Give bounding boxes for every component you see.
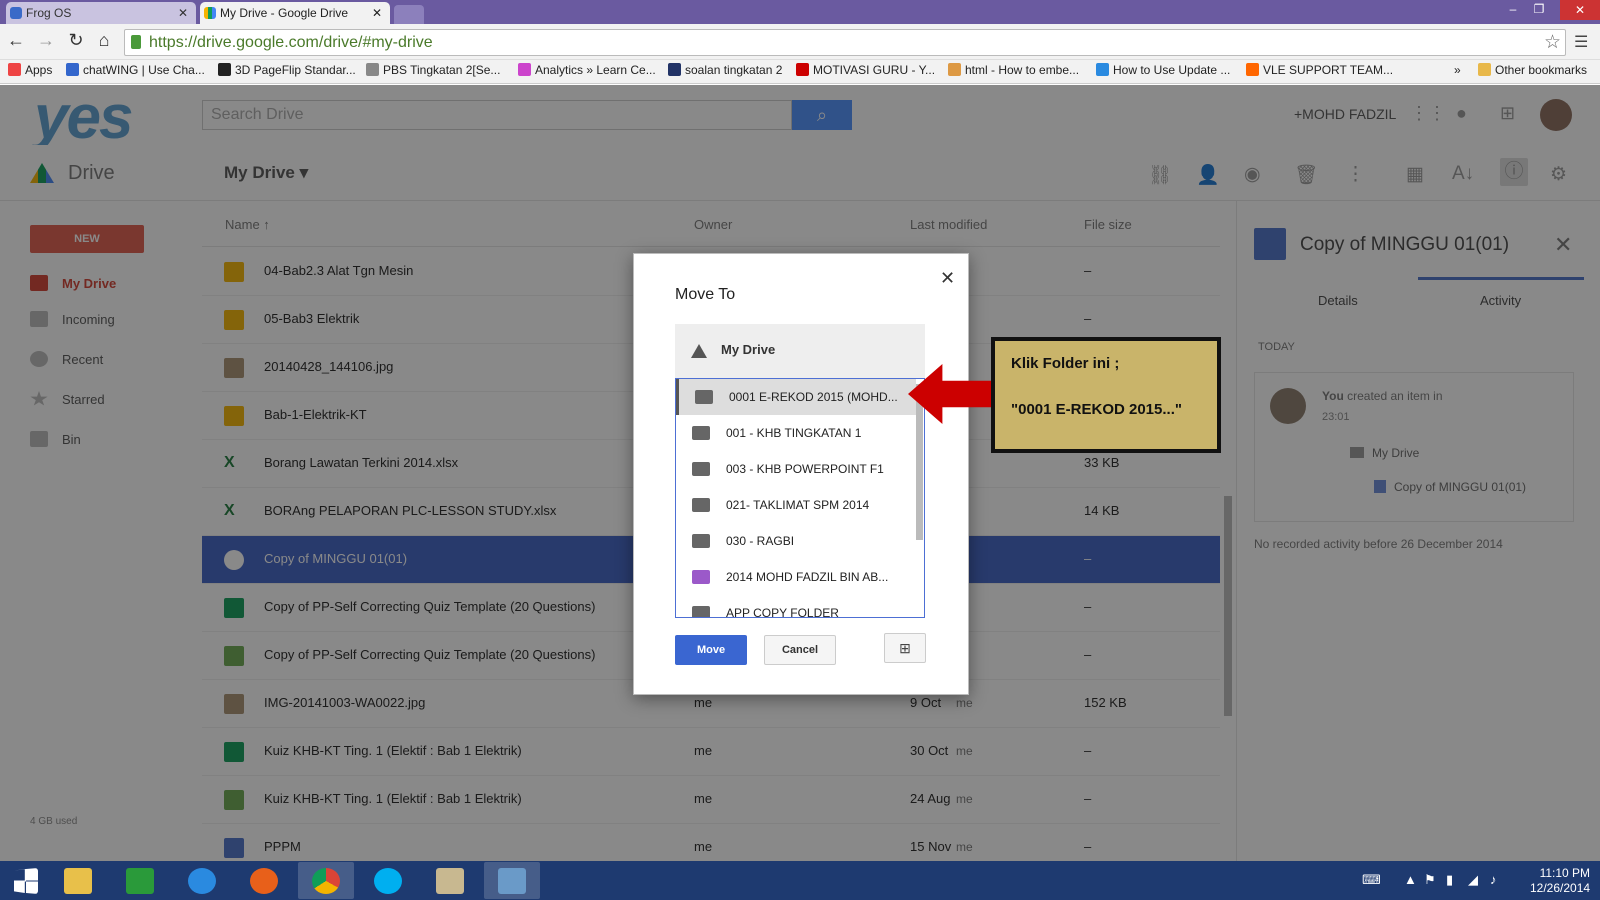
close-tab-icon[interactable]: ✕: [178, 2, 188, 24]
folder-list-scrollbar[interactable]: [916, 384, 923, 540]
new-folder-button[interactable]: ⊞: [884, 633, 926, 663]
frog-favicon-icon: [10, 7, 22, 19]
firefox-button[interactable]: [236, 862, 292, 899]
system-clock[interactable]: 11:10 PM 12/26/2014: [1530, 866, 1590, 896]
folder-icon: [692, 426, 710, 440]
cancel-button[interactable]: Cancel: [764, 635, 836, 665]
close-window-icon[interactable]: ✕: [1560, 0, 1600, 20]
show-hidden-icons[interactable]: ▲: [1404, 872, 1417, 887]
folder-icon: [692, 498, 710, 512]
network-icon[interactable]: ◢: [1468, 872, 1478, 888]
instruction-callout: Klik Folder ini ; "0001 E-REKOD 2015...": [991, 337, 1221, 453]
folder-label: APP COPY FOLDER: [726, 606, 839, 618]
paint-button[interactable]: [422, 862, 478, 899]
dialog-title: Move To: [675, 286, 736, 303]
back-icon[interactable]: ←: [4, 30, 28, 51]
url-bar[interactable]: https://drive.google.com/drive/#my-drive…: [124, 29, 1566, 56]
chrome-button[interactable]: [298, 862, 354, 899]
internet-explorer-button[interactable]: [174, 862, 230, 899]
url-text: https://drive.google.com/drive/#my-drive: [149, 34, 433, 51]
bookmark-item[interactable]: chatWING | Use Cha...: [66, 63, 205, 77]
folder-label: 2014 MOHD FADZIL BIN AB...: [726, 570, 889, 584]
bookmark-item[interactable]: soalan tingkatan 2: [668, 63, 782, 77]
tab-label: My Drive - Google Drive: [220, 6, 349, 20]
folder-list-item[interactable]: 001 - KHB TINGKATAN 1: [676, 415, 916, 451]
reload-icon[interactable]: ↻: [64, 30, 88, 51]
callout-line-2: "0001 E-REKOD 2015...": [1011, 401, 1182, 418]
browser-tabstrip: Frog OS ✕ My Drive - Google Drive ✕ – ❐ …: [0, 0, 1600, 24]
drive-favicon-icon: [204, 7, 216, 19]
move-button[interactable]: Move: [675, 635, 747, 665]
drive-icon: [691, 344, 707, 358]
folder-icon: [692, 570, 710, 584]
bookmark-apps[interactable]: Apps: [8, 63, 52, 77]
folder-icon: [692, 462, 710, 476]
bookmark-item[interactable]: How to Use Update ...: [1096, 63, 1230, 77]
folder-list-item[interactable]: APP COPY FOLDER: [676, 595, 916, 618]
start-button[interactable]: [4, 862, 48, 899]
store-button[interactable]: [112, 862, 168, 899]
photo-viewer-button[interactable]: [484, 862, 540, 899]
bookmark-item[interactable]: html - How to embe...: [948, 63, 1079, 77]
other-bookmarks[interactable]: Other bookmarks: [1478, 63, 1587, 77]
home-icon[interactable]: ⌂: [92, 30, 116, 51]
minimize-icon[interactable]: –: [1500, 2, 1526, 16]
restore-icon[interactable]: ❐: [1526, 2, 1552, 16]
volume-icon[interactable]: ♪: [1490, 872, 1497, 887]
close-dialog-icon[interactable]: ✕: [940, 268, 955, 289]
forward-icon[interactable]: →: [34, 30, 58, 51]
folder-label: 001 - KHB TINGKATAN 1: [726, 426, 862, 440]
folder-label: 021- TAKLIMAT SPM 2014: [726, 498, 870, 512]
bookmarks-overflow[interactable]: »: [1454, 63, 1461, 77]
folder-list-item[interactable]: 2014 MOHD FADZIL BIN AB...: [676, 559, 916, 595]
new-folder-icon: ⊞: [899, 640, 911, 656]
lock-icon: [131, 35, 141, 49]
flag-icon[interactable]: ⚑: [1424, 872, 1436, 888]
new-tab-button[interactable]: [394, 5, 424, 24]
dialog-root-folder[interactable]: My Drive: [675, 324, 925, 378]
folder-icon: [695, 390, 713, 404]
folder-list-item[interactable]: 003 - KHB POWERPOINT F1: [676, 451, 916, 487]
browser-tab-frog[interactable]: Frog OS ✕: [6, 2, 196, 24]
bookmark-item[interactable]: Analytics » Learn Ce...: [518, 63, 656, 77]
file-explorer-button[interactable]: [50, 862, 106, 899]
folder-icon: [692, 606, 710, 617]
folder-label: 030 - RAGBI: [726, 534, 795, 548]
folder-list-item[interactable]: 021- TAKLIMAT SPM 2014: [676, 487, 916, 523]
folder-list-item[interactable]: 030 - RAGBI: [676, 523, 916, 559]
keyboard-icon[interactable]: ⌨: [1362, 872, 1381, 888]
tab-label: Frog OS: [26, 6, 72, 20]
bookmark-item[interactable]: PBS Tingkatan 2[Se...: [366, 63, 500, 77]
clock-date: 12/26/2014: [1530, 881, 1591, 895]
folder-label: 0001 E-REKOD 2015 (MOHD...: [729, 390, 898, 404]
folder-icon: [692, 534, 710, 548]
bookmark-item[interactable]: MOTIVASI GURU - Y...: [796, 63, 935, 77]
browser-menu-icon[interactable]: ☰: [1574, 32, 1588, 52]
bookmark-item[interactable]: 3D PageFlip Standar...: [218, 63, 356, 77]
bookmark-star-icon[interactable]: ☆: [1544, 31, 1561, 54]
folder-list-item[interactable]: 0001 E-REKOD 2015 (MOHD...: [676, 379, 916, 415]
folder-list: 0001 E-REKOD 2015 (MOHD... 001 - KHB TING…: [675, 378, 925, 618]
skype-button[interactable]: [360, 862, 416, 899]
callout-line-1: Klik Folder ini ;: [1011, 355, 1120, 372]
close-tab-icon[interactable]: ✕: [372, 2, 382, 24]
browser-tab-drive[interactable]: My Drive - Google Drive ✕: [200, 2, 390, 24]
battery-icon[interactable]: ▮: [1446, 872, 1453, 888]
bookmarks-bar: Apps chatWING | Use Cha... 3D PageFlip S…: [0, 60, 1600, 84]
bookmark-item[interactable]: VLE SUPPORT TEAM...: [1246, 63, 1393, 77]
folder-label: 003 - KHB POWERPOINT F1: [726, 462, 884, 476]
clock-time: 11:10 PM: [1539, 866, 1591, 880]
